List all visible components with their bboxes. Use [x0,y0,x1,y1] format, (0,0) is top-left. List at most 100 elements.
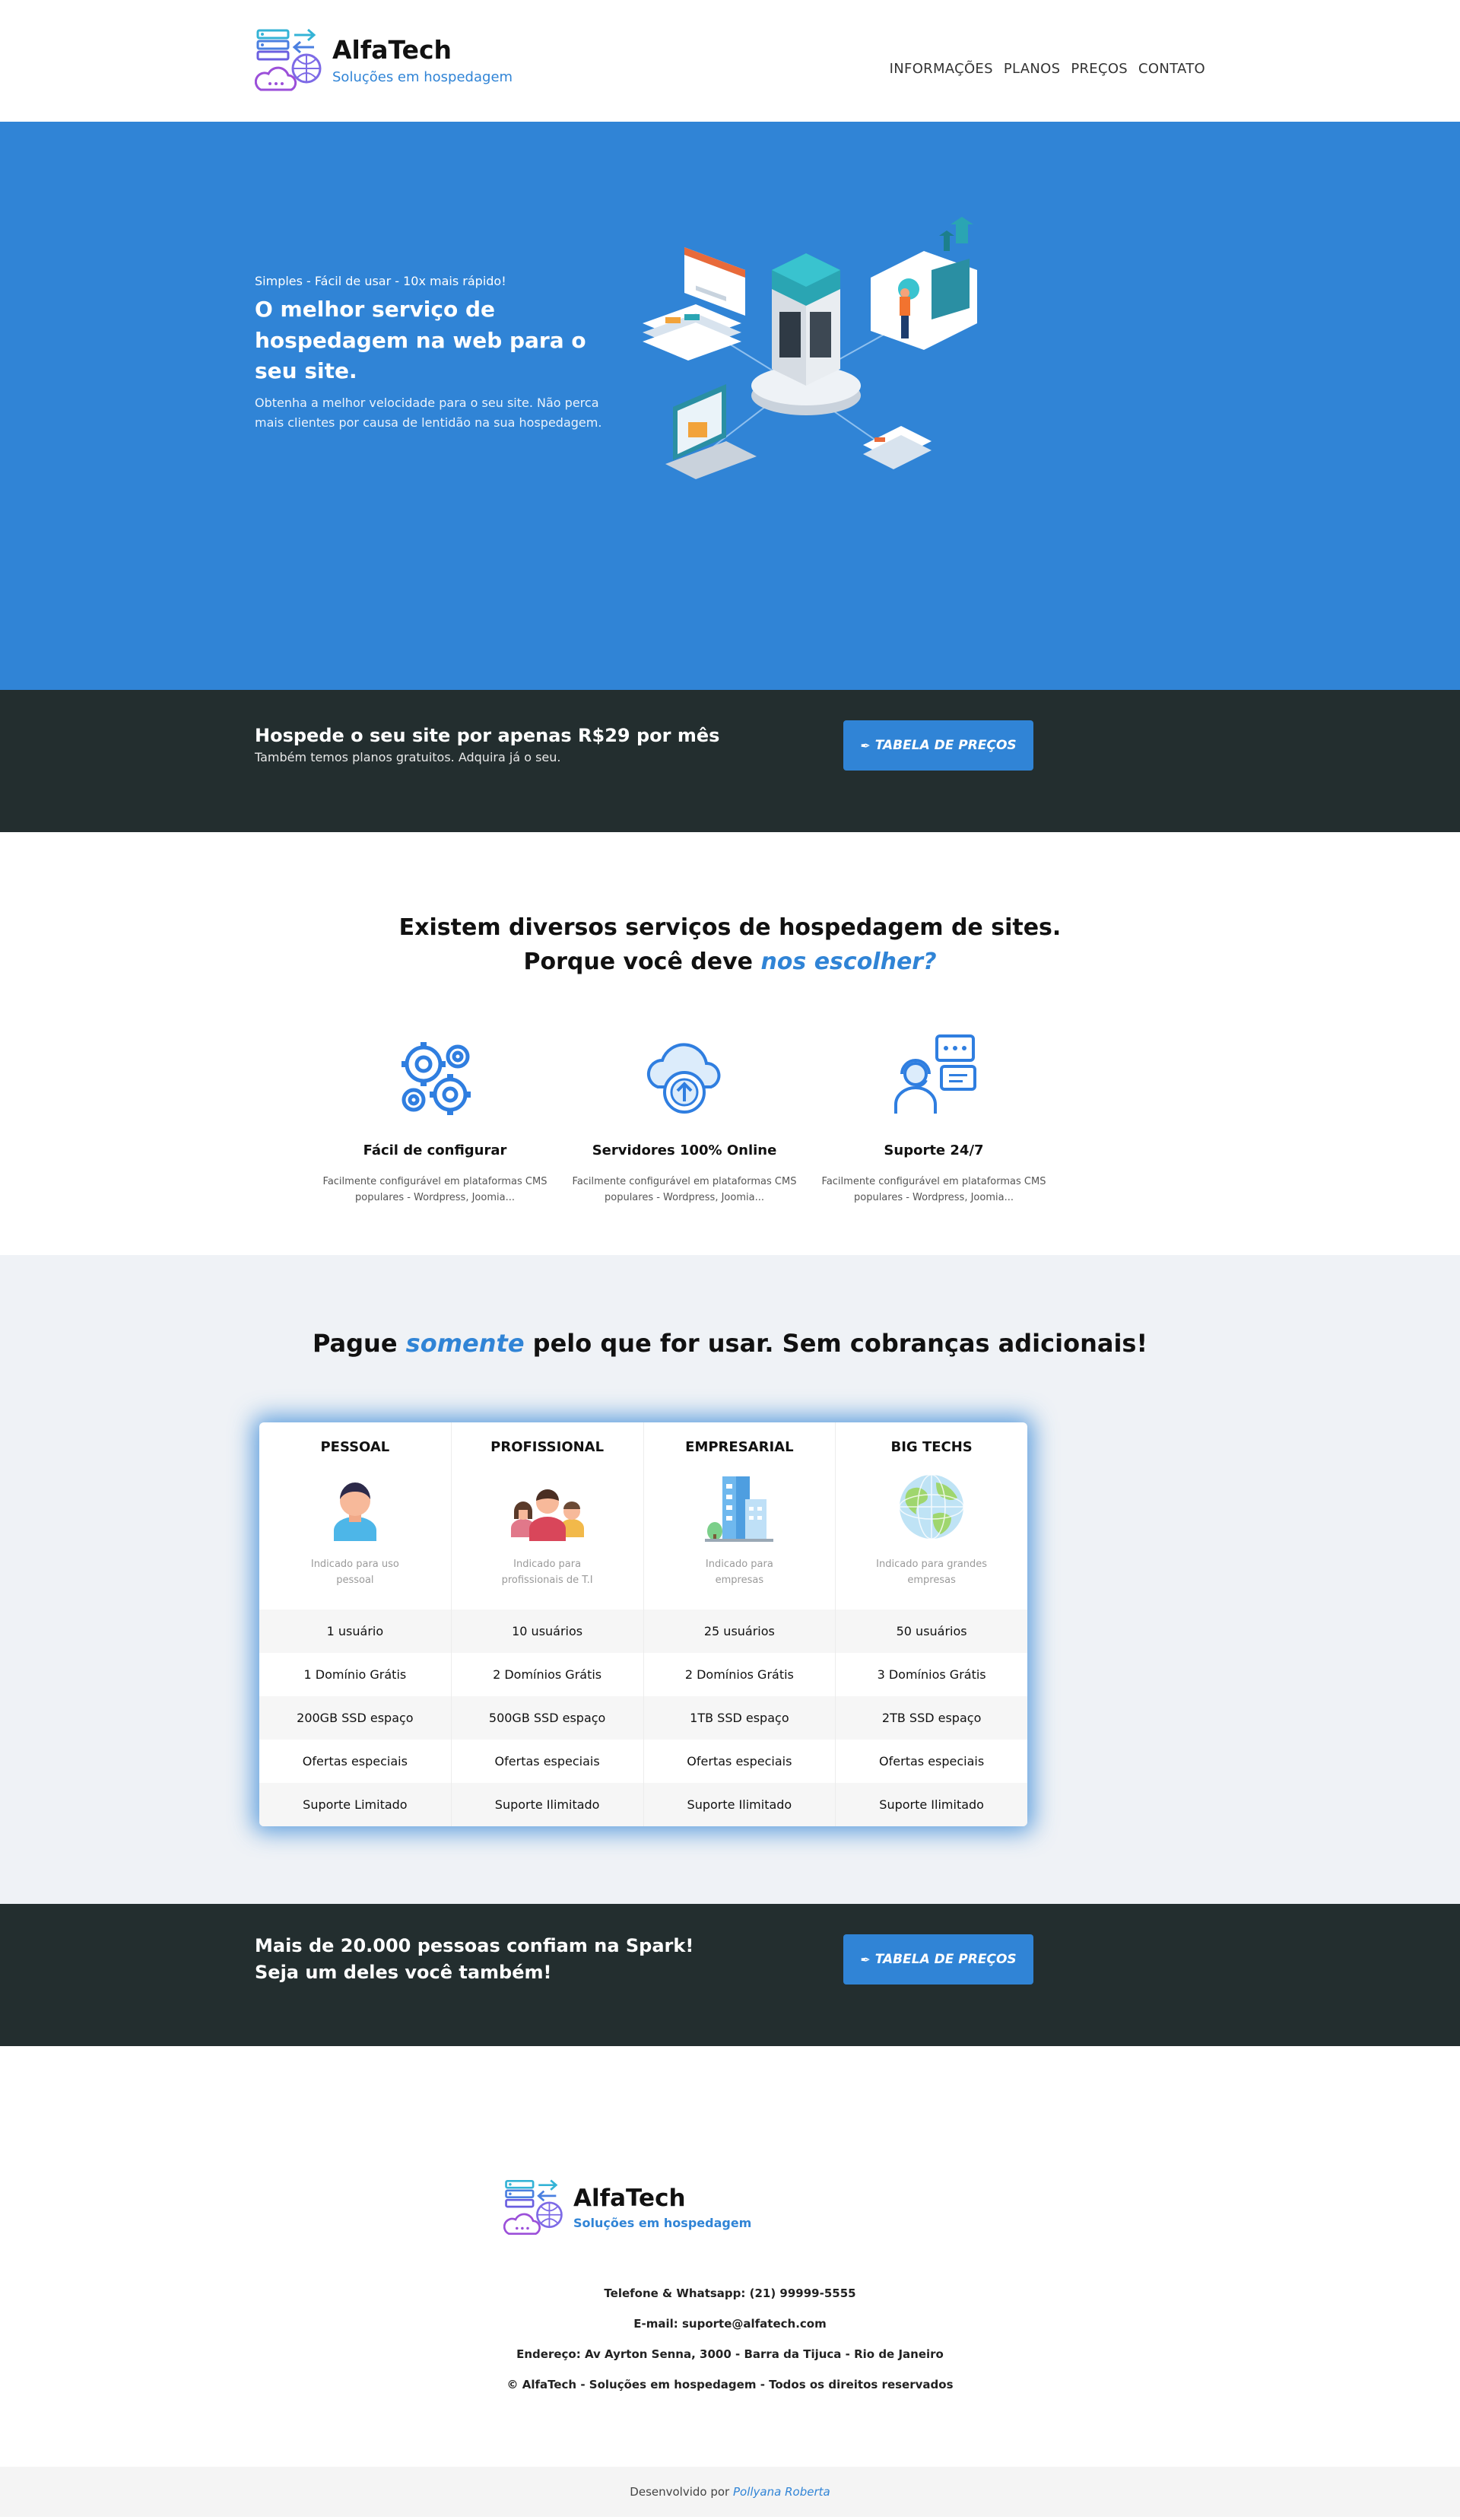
table-cell: Ofertas especiais [452,1740,644,1783]
plan-name: PESSOAL [320,1439,390,1455]
price-table-button-2[interactable]: ✒ TABELA DE PREÇOS [843,1934,1033,1985]
why-title-line1: Existem diversos serviços de hospedagem … [398,914,1062,941]
footer-brand-name: AlfaTech [573,2184,686,2212]
pen-icon: ✒ [860,1952,871,1967]
footer-email: E-mail: suporte@alfatech.com [633,2317,827,2331]
server-cloud-logo-icon [503,2179,563,2235]
plan-big-techs: BIG TECHS Indicado para grandes empresas [836,1422,1027,1610]
brand[interactable]: AlfaTech Soluções em hospedagem [255,26,513,94]
table-row: 1 usuário 10 usuários 25 usuários 50 usu… [259,1610,1027,1653]
table-row: Suporte Limitado Suporte Ilimitado Supor… [259,1783,1027,1826]
why-title-accent: nos escolher? [760,949,937,975]
footer-info: Telefone & Whatsapp: (21) 99999-5555 E-m… [255,2278,1205,2400]
footer-address: Endereço: Av Ayrton Senna, 3000 - Barra … [516,2347,944,2361]
table-cell: 10 usuários [452,1610,644,1653]
feature-description: Facilmente configurável em plataformas C… [572,1176,797,1204]
trust-title: Mais de 20.000 pessoas confiam na Spark!… [255,1935,694,1983]
table-cell: 25 usuários [644,1610,836,1653]
table-cell: 1 usuário [259,1610,452,1653]
support-agent-icon [894,1034,976,1114]
site-header: AlfaTech Soluções em hospedagem INFORMAÇ… [0,0,1460,122]
cloud-upload-icon [646,1043,721,1114]
pricing-section: Pague somente pelo que for usar. Sem cob… [0,1255,1460,1904]
why-section: Existem diversos serviços de hospedagem … [0,832,1460,1255]
plan-description: Indicado para profissionais de T.I [501,1559,593,1586]
table-cell: 500GB SSD espaço [452,1696,644,1740]
table-cell: Ofertas especiais [644,1740,836,1783]
price-table-button[interactable]: ✒ TABELA DE PREÇOS [843,720,1033,771]
table-cell: Suporte Ilimitado [644,1783,836,1826]
table-cell: Ofertas especiais [879,1754,985,1768]
table-cell: 1 Domínio Grátis [259,1653,452,1696]
feature-title: Suporte 24/7 [884,1142,984,1158]
team-icon [510,1489,584,1541]
table-cell: Ofertas especiais [259,1740,452,1783]
feature-title: Servidores 100% Online [592,1142,777,1158]
footer-copyright: © AlfaTech - Soluções em hospedagem - To… [506,2378,954,2391]
brand-name: AlfaTech [332,34,452,65]
why-title: Existem diversos serviços de hospedagem … [255,832,1205,979]
table-cell: 50 usuários [896,1624,967,1638]
table-cell: 200GB SSD espaço [259,1696,452,1740]
hero-title: O melhor serviço de hospedagem na web pa… [255,297,586,384]
cta-subtitle: Também temos planos gratuitos. Adquira j… [255,750,561,764]
table-cell: 3 Domínios Grátis [877,1667,986,1682]
gears-icon [402,1042,471,1115]
developer-credit: Desenvolvido por Pollyana Roberta [0,2467,1460,2517]
table-cell: 2 Domínios Grátis [644,1653,836,1696]
table-cell: Suporte Ilimitado [452,1783,644,1826]
dev-link[interactable]: Pollyana Roberta [733,2485,830,2499]
feature-title: Fácil de configurar [363,1142,507,1158]
pen-icon: ✒ [860,738,871,753]
footer-phone: Telefone & Whatsapp: (21) 99999-5555 [604,2286,856,2300]
cta-banner: Hospede o seu site por apenas R$29 por m… [0,690,1460,832]
feature-support: Suporte 24/7 Facilmente configurável em … [816,1030,1052,1206]
nav-contato[interactable]: CONTATO [1138,61,1205,77]
why-title-line2-prefix: Porque você deve [523,949,761,975]
feature-online-servers: Servidores 100% Online Facilmente config… [567,1030,802,1206]
feature-description: Facilmente configurável em plataformas C… [322,1176,548,1204]
plan-empresarial: EMPRESARIAL Indicado para empresas [644,1422,836,1610]
feature-description: Facilmente configurável em plataformas C… [821,1176,1046,1204]
plan-name: PROFISSIONAL [490,1439,605,1455]
pricing-table: PESSOAL Indicado para uso pessoal PROFIS… [259,1422,1027,1826]
feature-easy-setup: Fácil de configurar Facilmente configurá… [317,1030,553,1206]
table-cell: Suporte Limitado [259,1783,452,1826]
person-icon [333,1482,376,1541]
footer-brand-tagline: Soluções em hospedagem [573,2216,752,2231]
price-table-button-label: TABELA DE PREÇOS [874,738,1017,753]
brand-tagline: Soluções em hospedagem [332,69,513,86]
cta-title: Hospede o seu site por apenas R$29 por m… [255,725,720,746]
hero-description: Obtenha a melhor velocidade para o seu s… [255,395,602,431]
nav-planos[interactable]: PLANOS [1004,61,1060,77]
pricing-title: Pague somente pelo que for usar. Sem cob… [255,1255,1205,1358]
table-row: 1 Domínio Grátis 2 Domínios Grátis 2 Dom… [259,1653,1027,1696]
plan-name: BIG TECHS [890,1439,973,1455]
table-cell: 2 Domínios Grátis [452,1653,644,1696]
site-footer: AlfaTech Soluções em hospedagem Telefone… [0,2046,1460,2467]
pricing-title-accent: somente [405,1329,525,1358]
price-table-button-label: TABELA DE PREÇOS [874,1952,1017,1967]
globe-icon [899,1474,964,1540]
table-cell: 1TB SSD espaço [644,1696,836,1740]
table-row: Ofertas especiais Ofertas especiais Ofer… [259,1740,1027,1783]
main-nav: INFORMAÇÕES PLANOS PREÇOS CONTATO [890,61,1205,77]
plan-name: EMPRESARIAL [685,1439,794,1455]
hosting-illustration [643,217,977,479]
table-row: 200GB SSD espaço 500GB SSD espaço 1TB SS… [259,1696,1027,1740]
plan-profissional: PROFISSIONAL Indicado para profissionais… [452,1422,644,1610]
nav-precos[interactable]: PREÇOS [1071,61,1128,77]
plan-description: Indicado para uso pessoal [310,1559,399,1586]
plan-description: Indicado para empresas [705,1559,773,1586]
table-cell: 2TB SSD espaço [881,1711,982,1725]
hero-kicker: Simples - Fácil de usar - 10x mais rápid… [255,274,506,288]
pricing-title-suffix: pelo que for usar. Sem cobranças adicion… [524,1329,1148,1358]
trust-banner: Mais de 20.000 pessoas confiam na Spark!… [0,1904,1460,2046]
dev-prefix: Desenvolvido por [630,2485,733,2499]
plan-pessoal: PESSOAL Indicado para uso pessoal [259,1422,452,1610]
table-cell: Suporte Ilimitado [879,1797,984,1812]
building-icon [705,1476,774,1542]
nav-informacoes[interactable]: INFORMAÇÕES [890,61,993,77]
footer-brand[interactable]: AlfaTech Soluções em hospedagem [503,2177,751,2238]
server-cloud-logo-icon [255,28,322,91]
